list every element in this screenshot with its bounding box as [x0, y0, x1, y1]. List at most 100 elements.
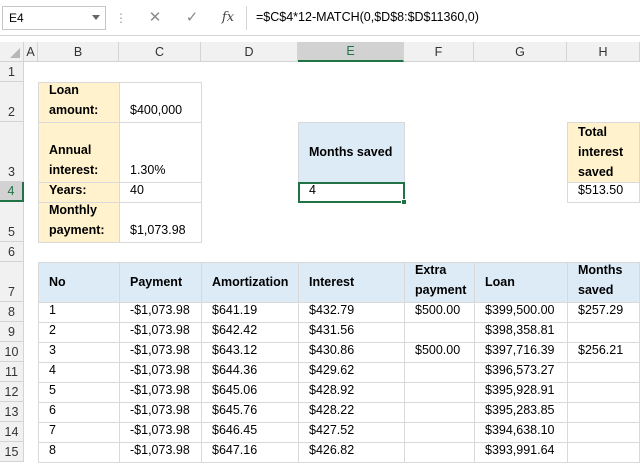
cell-border	[201, 402, 299, 423]
cell-border	[567, 182, 640, 203]
cell-border	[201, 442, 299, 463]
cell-border	[567, 402, 640, 423]
cell-border	[404, 382, 475, 403]
cell-border	[298, 362, 405, 383]
cell-border	[38, 342, 120, 363]
cell-border	[119, 362, 202, 383]
row-header-5[interactable]: 5	[0, 202, 24, 242]
cell-border	[38, 202, 120, 243]
row-header-9[interactable]: 9	[0, 322, 24, 342]
select-all-button[interactable]	[0, 42, 24, 62]
cell-border	[567, 442, 640, 463]
cell-border	[201, 322, 299, 343]
column-header-c[interactable]: C	[119, 42, 201, 62]
row-header-1[interactable]: 1	[0, 62, 24, 82]
row-header-11[interactable]: 11	[0, 362, 24, 382]
cell-border	[567, 302, 640, 323]
row-header-13[interactable]: 13	[0, 402, 24, 422]
cell-border	[404, 262, 475, 303]
column-header-e[interactable]: E	[298, 42, 404, 62]
cell-border	[474, 262, 568, 303]
cell-border	[119, 202, 202, 243]
column-header-b[interactable]: B	[38, 42, 119, 62]
cell-border	[201, 422, 299, 443]
cell-border	[38, 182, 120, 203]
row-header-12[interactable]: 12	[0, 382, 24, 402]
column-header-h[interactable]: H	[567, 42, 640, 62]
cell-border	[298, 402, 405, 423]
chevron-down-icon[interactable]	[92, 15, 100, 20]
row-header-7[interactable]: 7	[0, 262, 24, 302]
cell-border	[474, 402, 568, 423]
column-header-g[interactable]: G	[474, 42, 567, 62]
row-header-3[interactable]: 3	[0, 122, 24, 182]
row-header-4[interactable]: 4	[0, 182, 24, 202]
cell-border	[119, 382, 202, 403]
cell-border	[298, 442, 405, 463]
cell-border	[404, 302, 475, 323]
drag-handle-icon[interactable]: ⋮	[115, 10, 127, 26]
cell-border	[201, 362, 299, 383]
cell-border	[567, 262, 640, 303]
cell-border	[201, 262, 299, 303]
cell-border	[298, 262, 405, 303]
column-header-d[interactable]: D	[201, 42, 298, 62]
formula-input[interactable]: =$C$4*12-MATCH(0,$D$8:$D$11360,0)	[256, 10, 479, 24]
cell-border	[119, 442, 202, 463]
enter-check-icon[interactable]: ✓	[182, 8, 202, 28]
cancel-icon[interactable]: ✕	[145, 8, 165, 28]
cell-border	[474, 342, 568, 363]
insert-function-icon[interactable]: fx	[218, 8, 238, 28]
cell-border	[38, 322, 120, 343]
formula-bar: E4 ⋮ ✕ ✓ fx =$C$4*12-MATCH(0,$D$8:$D$113…	[0, 0, 640, 36]
name-box-value: E4	[9, 11, 24, 25]
cell-border	[201, 342, 299, 363]
cell-border	[474, 302, 568, 323]
cell-border	[567, 322, 640, 343]
cell-border	[119, 262, 202, 303]
cell-border	[38, 402, 120, 423]
cell-border	[298, 302, 405, 323]
cell-border	[474, 322, 568, 343]
cell-border	[119, 422, 202, 443]
cell-border	[38, 122, 120, 183]
cell-border	[404, 442, 475, 463]
cell-border	[119, 82, 202, 123]
cell-border	[298, 122, 405, 183]
cell-border	[404, 342, 475, 363]
cell-border	[119, 402, 202, 423]
cell-border	[201, 382, 299, 403]
months-saved-value[interactable]: 4	[298, 182, 404, 202]
row-header-14[interactable]: 14	[0, 422, 24, 442]
row-header-15[interactable]: 15	[0, 442, 24, 462]
row-header-6[interactable]: 6	[0, 242, 24, 262]
cell-border	[119, 122, 202, 183]
cell-border	[474, 382, 568, 403]
cell-border	[298, 342, 405, 363]
cell-border	[567, 382, 640, 403]
cell-border	[567, 342, 640, 363]
column-header-f[interactable]: F	[404, 42, 474, 62]
cell-border	[404, 322, 475, 343]
fill-handle[interactable]	[401, 199, 407, 205]
cell-border	[474, 442, 568, 463]
cell-border	[119, 322, 202, 343]
cell-border	[119, 182, 202, 203]
cell-border	[567, 122, 640, 183]
cell-border	[38, 262, 120, 303]
row-header-8[interactable]: 8	[0, 302, 24, 322]
column-header-a[interactable]: A	[24, 42, 38, 62]
cell-border	[38, 82, 120, 123]
row-header-2[interactable]: 2	[0, 82, 24, 122]
cell-border	[38, 422, 120, 443]
cell-border	[119, 342, 202, 363]
cell-border	[38, 362, 120, 383]
row-header-10[interactable]: 10	[0, 342, 24, 362]
cell-border	[474, 362, 568, 383]
cell-border	[298, 382, 405, 403]
select-all-icon	[10, 48, 20, 58]
name-box[interactable]: E4	[2, 6, 106, 30]
cell-border	[298, 322, 405, 343]
cell-border	[567, 362, 640, 383]
cell-border	[119, 302, 202, 323]
